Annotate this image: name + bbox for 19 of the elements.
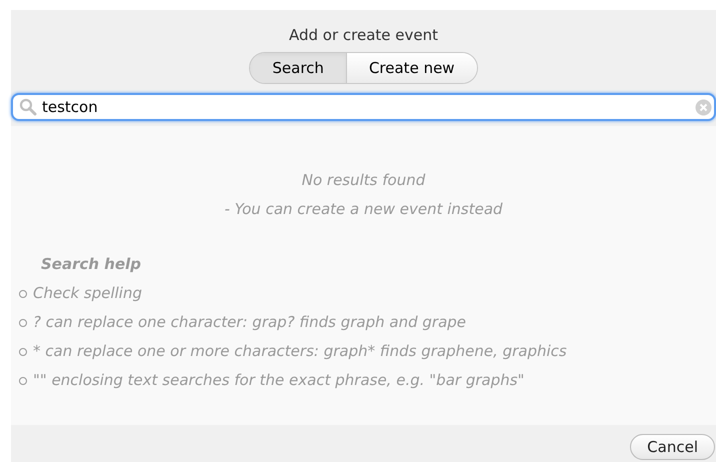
- clear-icon[interactable]: [695, 98, 712, 116]
- search-input[interactable]: testcon: [42, 96, 695, 118]
- help-item: Check spelling: [33, 283, 142, 304]
- bullet-icon: [19, 318, 27, 326]
- help-item: * can replace one or more characters: graph* finds graphene, graphics: [33, 341, 567, 362]
- dialog-title: Add or create event: [288, 25, 440, 46]
- search-icon: [19, 98, 37, 116]
- search-field[interactable]: testcon: [11, 93, 716, 121]
- bullet-icon: [19, 290, 27, 298]
- cancel-button[interactable]: Cancel: [630, 434, 715, 460]
- create-hint: - You can create a new event instead: [223, 199, 504, 220]
- help-item: ? can replace one character: grap? finds graph and grape: [33, 312, 466, 333]
- bullet-icon: [19, 376, 27, 384]
- tab[interactable]: Search: [250, 53, 346, 83]
- help-title: Search help: [41, 254, 142, 275]
- no-results-message: No results found: [300, 170, 426, 191]
- bullet-icon: [19, 348, 27, 356]
- tab[interactable]: Create new: [346, 53, 477, 83]
- help-item: "" enclosing text searches for the exact phrase, e.g. "bar graphs": [33, 370, 524, 391]
